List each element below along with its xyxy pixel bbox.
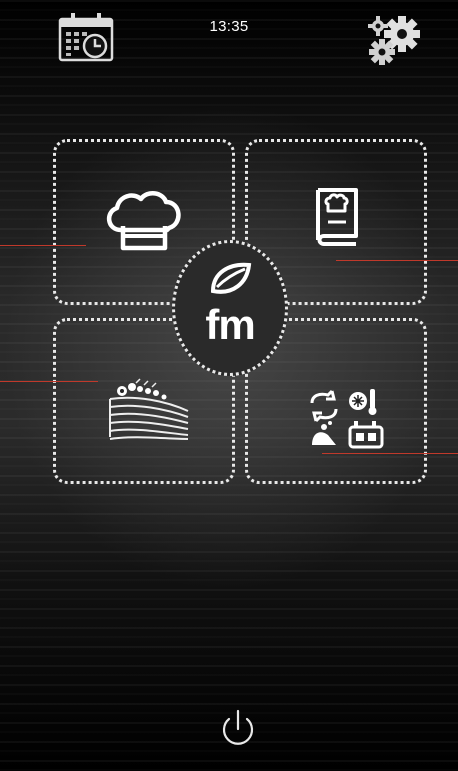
- power-icon[interactable]: [218, 708, 258, 750]
- top-bar: 13:35: [0, 0, 458, 70]
- recipe-book-icon: [316, 188, 358, 246]
- chef-hat-icon: [107, 191, 181, 251]
- callout-line-right-bottom: [322, 453, 458, 454]
- brand-logo-text: fm: [205, 301, 255, 348]
- callout-line-left-bottom: [0, 381, 98, 382]
- callout-line-right-top: [336, 260, 458, 261]
- callout-line-left-top: [0, 245, 86, 246]
- oven-home-screen: 13:35 fm: [0, 0, 458, 771]
- brand-logo: fm: [172, 240, 288, 376]
- special-functions-icon: [310, 389, 384, 449]
- gears-icon[interactable]: [364, 12, 426, 68]
- leaf-logo-icon: [210, 262, 252, 294]
- cake-icon: [109, 378, 189, 440]
